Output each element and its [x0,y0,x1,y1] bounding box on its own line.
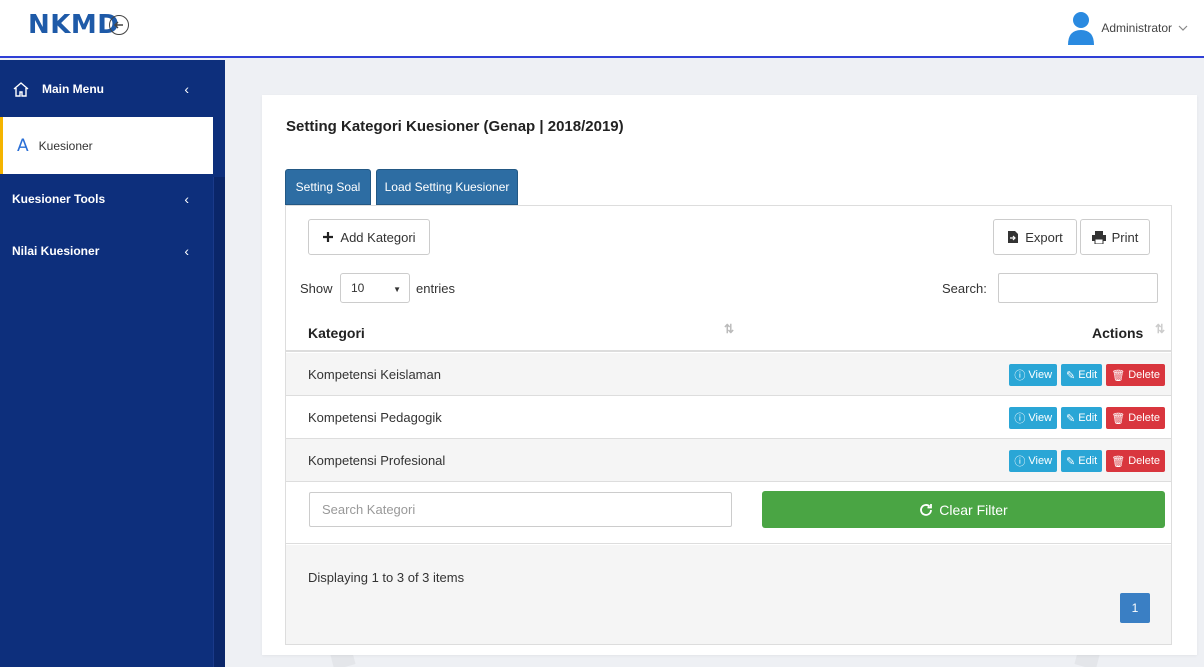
table-footer [286,545,1171,644]
edit-label: Edit [1078,412,1098,424]
search-input[interactable] [998,273,1158,303]
sidebar: Main Menu ‹ A Kuesioner Kuesioner Tools … [0,60,225,667]
sidebar-item-label: Nilai Kuesioner [12,244,100,258]
page-title: Setting Kategori Kuesioner (Genap | 2018… [286,118,624,135]
view-button[interactable]: ⓘ View [1009,364,1058,386]
sidebar-item-nilai-kuesioner[interactable]: Nilai Kuesioner ‹ [0,236,213,266]
kategori-cell: Kompetensi Profesional [308,453,446,468]
pagination-info: Displaying 1 to 3 of 3 items [308,570,465,585]
delete-label: Delete [1128,455,1160,467]
info-icon: ⓘ [1014,456,1026,468]
top-bar: NKMD Administrator [0,0,1204,58]
sidebar-item-kuesioner-tools[interactable]: Kuesioner Tools ‹ [0,184,213,214]
export-button[interactable]: Export [993,219,1077,255]
entries-value: 10 [351,281,365,295]
user-avatar-icon [1068,12,1095,45]
search-label: Search: [942,281,987,296]
sidebar-item-label: Kuesioner Tools [12,192,106,206]
pencil-icon: ✎ [1066,369,1076,382]
plus-icon [323,232,334,242]
search-kategori-input[interactable]: Search Kategori [309,492,732,527]
edit-label: Edit [1078,455,1098,467]
view-button[interactable]: ⓘ View [1009,450,1058,472]
delete-button[interactable]: 🗑 Delete [1106,450,1165,472]
kategori-cell: Kompetensi Keislaman [308,367,441,382]
column-header-kategori[interactable]: Kategori [308,325,365,341]
edit-button[interactable]: ✎ Edit [1061,450,1103,472]
print-label: Print [1111,229,1139,245]
kategori-cell: Kompetensi Pedagogik [308,410,442,425]
sidebar-scrollbar[interactable] [213,177,225,667]
delete-button[interactable]: 🗑 Delete [1106,364,1165,386]
app-logo[interactable]: NKMD [28,10,119,40]
collapse-sidebar-button[interactable] [109,15,129,35]
view-button[interactable]: ⓘ View [1009,407,1058,429]
entries-label: entries [416,281,456,296]
sidebar-item-kuesioner[interactable]: A Kuesioner [0,117,213,174]
row-actions: ⓘ View ✎ Edit 🗑 Delete [1009,364,1165,386]
tab-setting-soal[interactable]: Setting Soal [285,169,371,205]
view-label: View [1028,455,1053,467]
chevron-left-icon: ‹ [184,243,189,259]
delete-label: Delete [1128,412,1160,424]
export-label: Export [1025,229,1063,245]
edit-button[interactable]: ✎ Edit [1061,407,1103,429]
trash-icon: 🗑 [1111,412,1126,425]
trash-icon: 🗑 [1111,455,1126,468]
refresh-icon [920,503,933,516]
pencil-icon: ✎ [1066,412,1076,425]
user-name: Administrator [1101,21,1172,35]
trash-icon: 🗑 [1111,369,1126,382]
edit-label: Edit [1078,369,1098,381]
printer-icon [1091,230,1106,244]
add-kategori-label: Add Kategori [340,229,416,245]
user-menu[interactable]: Administrator [1067,10,1188,46]
home-icon [13,81,29,97]
print-button[interactable]: Print [1080,219,1150,255]
clear-filter-button[interactable]: Clear Filter [762,491,1165,528]
show-label: Show [300,281,333,296]
sidebar-item-label: Main Menu [42,81,104,96]
clear-filter-label: Clear Filter [939,501,1008,518]
chevron-down-icon [1178,25,1188,31]
chevron-left-icon: ‹ [184,80,189,97]
info-icon: ⓘ [1014,413,1026,425]
info-icon: ⓘ [1014,370,1026,382]
sort-icon[interactable]: ⇅ [1155,322,1165,336]
table-row: Kompetensi Profesional ⓘ View ✎ Edit 🗑 Dele… [286,439,1171,482]
table-header-divider [286,350,1171,352]
tab-load-setting-kuesioner[interactable]: Load Setting Kuesioner [376,169,518,205]
pencil-icon: ✎ [1066,455,1076,468]
arrow-left-icon [114,21,123,29]
view-label: View [1028,412,1053,424]
delete-label: Delete [1128,369,1160,381]
file-export-icon [1008,231,1019,243]
entries-select[interactable]: 10 ▼ [340,273,410,303]
sort-icon[interactable]: ⇅ [724,322,734,336]
row-actions: ⓘ View ✎ Edit 🗑 Delete [1009,450,1165,472]
column-header-actions[interactable]: Actions [1092,325,1143,341]
sidebar-item-main-menu[interactable]: Main Menu ‹ [0,60,213,117]
sidebar-item-label: Kuesioner [38,138,93,153]
kuesioner-icon: A [17,135,29,156]
page-button[interactable]: 1 [1120,593,1150,623]
row-actions: ⓘ View ✎ Edit 🗑 Delete [1009,407,1165,429]
view-label: View [1028,369,1053,381]
table-row: Kompetensi Keislaman ⓘ View ✎ Edit 🗑 Delete [286,353,1171,396]
delete-button[interactable]: 🗑 Delete [1106,407,1165,429]
dropdown-arrow-icon: ▼ [393,285,401,294]
table-row: Kompetensi Pedagogik ⓘ View ✎ Edit 🗑 Delete [286,396,1171,439]
edit-button[interactable]: ✎ Edit [1061,364,1103,386]
chevron-left-icon: ‹ [184,191,189,207]
add-kategori-button[interactable]: Add Kategori [308,219,430,255]
